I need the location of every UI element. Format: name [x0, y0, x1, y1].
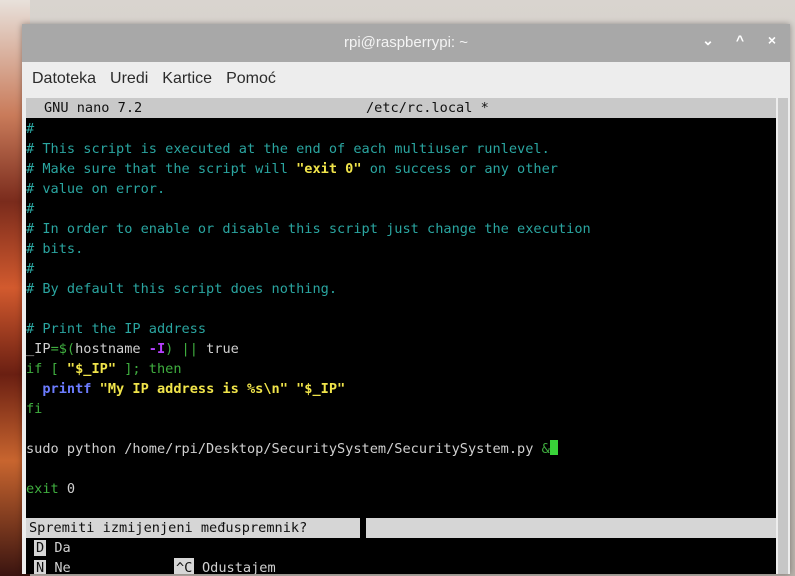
menu-edit[interactable]: Uredi	[110, 70, 148, 88]
menu-bar: Datoteka Uredi Kartice Pomoć	[22, 62, 790, 96]
no-key[interactable]: N	[34, 560, 47, 574]
code-line: # In order to enable or disable this scr…	[26, 221, 591, 237]
cancel-key[interactable]: ^C	[174, 558, 195, 574]
code-line: if [ "$_IP" ]; then	[26, 361, 182, 377]
code-line: _IP=$(hostname -I) || true	[26, 341, 239, 357]
shortcut-row-yes: D Da	[26, 538, 776, 558]
editor-content[interactable]: # # This script is executed at the end o…	[26, 118, 776, 499]
nano-header: GNU nano 7.2 /etc/rc.local *	[26, 98, 776, 118]
save-prompt-question: Spremiti izmijenjeni međuspremnik?	[26, 518, 360, 538]
code-line: # By default this script does nothing.	[26, 281, 337, 297]
code-line: # Print the IP address	[26, 321, 207, 337]
save-prompt-bar: Spremiti izmijenjeni međuspremnik?	[26, 518, 776, 538]
code-line: exit 0	[26, 481, 76, 497]
cancel-label[interactable]: Odustajem	[202, 558, 276, 574]
title-bar[interactable]: rpi@raspberrypi: ~ ⌄ ^ ×	[22, 24, 790, 62]
window-controls: ⌄ ^ ×	[700, 32, 780, 49]
code-line: # This script is executed at the end of …	[26, 141, 550, 157]
maximize-button[interactable]: ^	[732, 32, 748, 49]
close-button[interactable]: ×	[764, 32, 780, 49]
code-line: # value on error.	[26, 181, 166, 197]
code-line: #	[26, 261, 35, 277]
minimize-button[interactable]: ⌄	[700, 32, 716, 49]
window-title: rpi@raspberrypi: ~	[343, 34, 469, 51]
code-line: #	[26, 201, 35, 217]
menu-file[interactable]: Datoteka	[32, 70, 96, 88]
menu-tabs[interactable]: Kartice	[162, 70, 212, 88]
code-line: printf "My IP address is %s\n" "$_IP"	[26, 381, 346, 397]
code-line: # Make sure that the script will "exit 0…	[26, 161, 558, 177]
nano-filename: /etc/rc.local *	[366, 100, 489, 116]
scrollbar-thumb[interactable]	[778, 98, 788, 574]
code-line: #	[26, 121, 35, 137]
terminal-window: rpi@raspberrypi: ~ ⌄ ^ × Datoteka Uredi …	[22, 24, 790, 574]
code-line: sudo python /home/rpi/Desktop/SecuritySy…	[26, 439, 776, 459]
terminal-scrollbar[interactable]	[778, 98, 788, 574]
terminal-area[interactable]: GNU nano 7.2 /etc/rc.local * # # This sc…	[26, 98, 776, 574]
yes-key[interactable]: D	[34, 540, 47, 556]
code-line: fi	[26, 401, 43, 417]
yes-label[interactable]: Da	[54, 540, 70, 556]
nano-version: GNU nano 7.2	[44, 100, 143, 116]
menu-help[interactable]: Pomoć	[226, 70, 276, 88]
prompt-input-field[interactable]	[366, 518, 776, 538]
code-line: # bits.	[26, 241, 84, 257]
no-label[interactable]: Ne	[54, 560, 70, 574]
text-cursor	[549, 440, 558, 455]
shortcut-row-no: N Ne ^C Odustajem	[26, 558, 776, 574]
